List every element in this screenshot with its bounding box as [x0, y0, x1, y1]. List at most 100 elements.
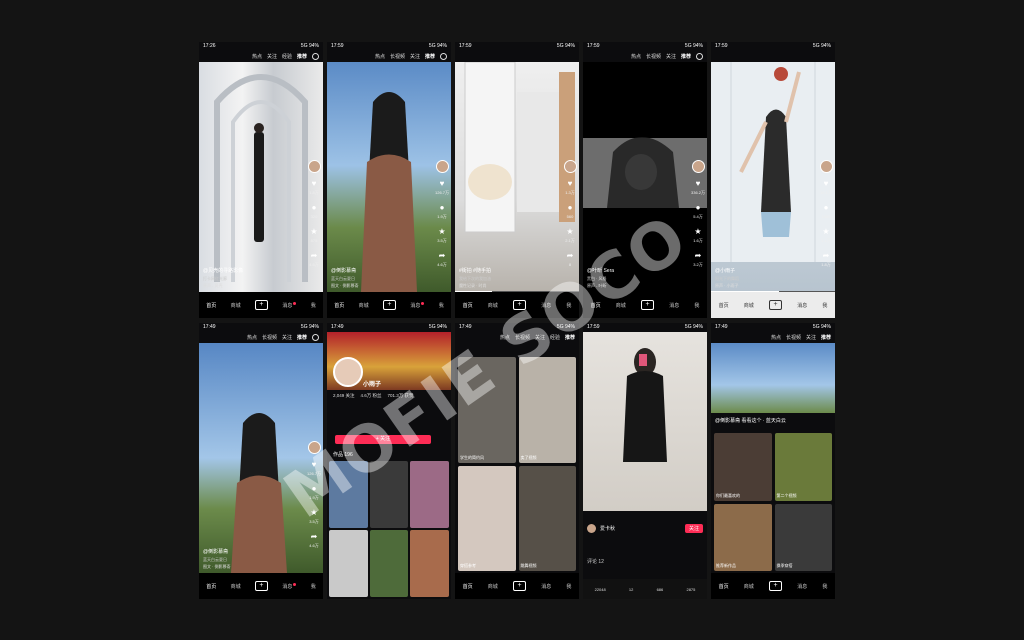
works-section-title[interactable]: 作品 196	[333, 451, 353, 458]
tab-hot[interactable]: 热点	[631, 53, 641, 60]
caption-author[interactable]: @小雨子	[715, 268, 735, 274]
tab-follow[interactable]: 关注	[806, 334, 816, 341]
caption-author[interactable]: @贝壳的寻路影像	[203, 268, 243, 274]
tab-long-video[interactable]: 长视频	[515, 334, 530, 341]
tab-recommend[interactable]: 推荐	[297, 53, 307, 60]
feed-card[interactable]: 学生的简约风	[458, 357, 516, 463]
nav-market[interactable]: 商城	[231, 583, 241, 590]
tab-long-video[interactable]: 长视频	[390, 53, 405, 60]
favorite-icon[interactable]: ★ 1.6万	[693, 228, 703, 245]
nav-market[interactable]: 商城	[616, 302, 626, 309]
nav-inbox[interactable]: 消息	[669, 302, 679, 309]
comment-icon[interactable]: ● 1.9万	[309, 485, 319, 502]
caption-author[interactable]: @倒影慕斋	[715, 418, 740, 424]
favorite-icon[interactable]: ★ 2.1万	[565, 228, 575, 245]
share-icon[interactable]: ➦ 4.6万	[309, 252, 319, 269]
nav-market[interactable]: 商城	[488, 583, 498, 590]
nav-inbox[interactable]: 消息	[797, 302, 807, 309]
like-icon[interactable]: ♥ 1.8万	[309, 180, 319, 197]
nav-create-button[interactable]: +	[513, 581, 526, 591]
tab-long-video[interactable]: 长视频	[786, 334, 801, 341]
nav-create-button[interactable]: +	[641, 300, 654, 310]
like-icon[interactable]: ♥ 1.3万	[565, 180, 575, 197]
music-label[interactable]: 图文 · 倒影慕斋	[331, 283, 359, 289]
tab-long-video[interactable]: 长视频	[262, 334, 277, 341]
video-frame[interactable]	[455, 62, 579, 292]
nav-home[interactable]: 首页	[206, 583, 216, 590]
nav-home[interactable]: 首页	[719, 583, 729, 590]
tab-recommend[interactable]: 推荐	[565, 334, 575, 341]
creator-avatar[interactable]	[307, 441, 321, 454]
nav-inbox[interactable]: 消息	[410, 301, 425, 309]
music-label[interactable]: 原声 · 小雨子	[715, 283, 739, 289]
nav-home[interactable]: 首页	[334, 302, 344, 309]
tab-hot[interactable]: 热点	[247, 334, 257, 341]
nav-inbox[interactable]: 消息	[541, 302, 551, 309]
work-thumb[interactable]	[329, 461, 368, 528]
tab-hot[interactable]: 热点	[500, 334, 510, 341]
follow-button[interactable]: 关注	[684, 524, 703, 533]
feed-card[interactable]: 穿搭参考	[458, 465, 516, 571]
nav-me[interactable]: 我	[439, 302, 444, 309]
video-frame[interactable]	[583, 332, 707, 511]
nav-me[interactable]: 我	[566, 583, 571, 590]
nav-me[interactable]: 我	[566, 302, 571, 309]
nav-me[interactable]: 我	[311, 302, 316, 309]
caption-author[interactable]: @叶昕 Sera	[587, 268, 614, 274]
nav-create-button[interactable]: +	[769, 300, 782, 310]
tab-follow[interactable]: 关注	[666, 53, 676, 60]
tab-exp[interactable]: 经验	[282, 53, 292, 60]
tab-exp[interactable]: 经验	[550, 334, 560, 341]
share-count[interactable]: 2875	[686, 587, 695, 592]
comment-count-icon[interactable]: 12	[629, 587, 633, 592]
like-icon[interactable]: ♥ 16.1万	[820, 180, 832, 197]
feed-card[interactable]: 第二个视频	[774, 433, 832, 501]
tab-recommend[interactable]: 推荐	[425, 53, 435, 60]
feed-card[interactable]: 你们最喜欢的	[714, 433, 772, 501]
tab-recommend[interactable]: 推荐	[681, 53, 691, 60]
favorite-icon[interactable]: ★ 3.5万	[437, 228, 447, 245]
video-frame[interactable]	[327, 62, 451, 292]
caption-author[interactable]: @倒影慕斋	[203, 549, 228, 555]
creator-avatar[interactable]	[819, 160, 833, 173]
nav-market[interactable]: 商城	[488, 302, 498, 309]
creator-avatar[interactable]	[691, 160, 705, 173]
comment-icon[interactable]: ● 560	[567, 204, 574, 221]
nav-create-button[interactable]: +	[513, 300, 526, 310]
nav-home[interactable]: 首页	[206, 302, 216, 309]
feed-card[interactable]: 跳舞视频	[518, 465, 576, 571]
search-icon[interactable]	[312, 53, 319, 60]
comment-icon[interactable]: ● 1.9万	[437, 204, 447, 221]
comment-icon[interactable]: ● 320	[311, 204, 318, 221]
like-icon[interactable]: ♥ 126.7万	[307, 461, 321, 478]
like-icon[interactable]: ♥ 336.2万	[691, 180, 705, 197]
hero-video[interactable]	[711, 343, 835, 413]
nav-inbox[interactable]: 消息	[282, 301, 297, 309]
favorite-icon[interactable]: ★ 1.1万	[821, 228, 831, 245]
creator-avatar[interactable]	[307, 160, 321, 173]
favorite-count[interactable]: 686	[657, 587, 664, 592]
video-frame[interactable]	[199, 62, 323, 292]
nav-market[interactable]: 商城	[744, 583, 754, 590]
nav-market[interactable]: 商城	[359, 302, 369, 309]
avatar[interactable]	[333, 357, 363, 387]
music-label[interactable]: 魔性记录 · 时尚	[459, 283, 487, 289]
work-thumb[interactable]	[369, 461, 409, 528]
favorite-icon[interactable]: ★ 3.5万	[309, 509, 319, 526]
caption-hashtags[interactable]: #街拍 #随手拍	[459, 268, 491, 274]
share-icon[interactable]: ➦ 4.6万	[309, 533, 319, 550]
nav-me[interactable]: 我	[822, 583, 827, 590]
author-name[interactable]: 爱卡秋	[600, 525, 615, 532]
search-icon[interactable]	[696, 53, 703, 60]
nav-create-button[interactable]: +	[769, 581, 782, 591]
work-thumb[interactable]	[410, 461, 449, 528]
nav-home[interactable]: 首页	[463, 583, 473, 590]
stat-following[interactable]: 2,049 关注	[333, 393, 355, 399]
nav-home[interactable]: 首页	[591, 302, 601, 309]
nav-inbox[interactable]: 消息	[797, 583, 807, 590]
like-count[interactable]: 22048	[595, 587, 606, 592]
tab-follow[interactable]: 关注	[410, 53, 420, 60]
comment-icon[interactable]: ● 1430	[822, 204, 831, 221]
share-icon[interactable]: ➦ 3.2万	[693, 252, 703, 269]
nav-inbox[interactable]: 消息	[541, 583, 551, 590]
